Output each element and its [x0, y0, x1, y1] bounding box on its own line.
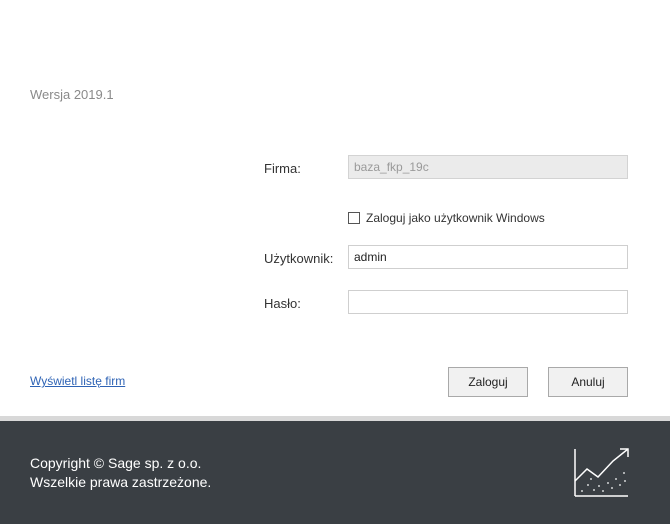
password-label: Hasło: — [264, 296, 301, 311]
password-field[interactable] — [348, 290, 628, 314]
chart-trend-icon — [574, 448, 629, 497]
login-window: Wersja 2019.1 Firma: Zaloguj jako użytko… — [0, 0, 670, 524]
windows-login-label: Zaloguj jako użytkownik Windows — [366, 211, 545, 225]
user-field[interactable] — [348, 245, 628, 269]
company-label: Firma: — [264, 161, 301, 176]
company-field — [348, 155, 628, 179]
cancel-button[interactable]: Anuluj — [548, 367, 628, 397]
show-companies-link[interactable]: Wyświetl listę firm — [30, 374, 125, 388]
footer: Copyright © Sage sp. z o.o. Wszelkie pra… — [0, 421, 670, 524]
windows-login-checkbox[interactable]: Zaloguj jako użytkownik Windows — [348, 211, 545, 225]
login-button[interactable]: Zaloguj — [448, 367, 528, 397]
version-label: Wersja 2019.1 — [30, 87, 114, 102]
checkbox-box[interactable] — [348, 212, 360, 224]
user-label: Użytkownik: — [264, 251, 334, 266]
copyright-line-1: Copyright © Sage sp. z o.o. — [30, 455, 202, 471]
copyright-line-2: Wszelkie prawa zastrzeżone. — [30, 474, 212, 490]
copyright-text: Copyright © Sage sp. z o.o. Wszelkie pra… — [30, 454, 211, 492]
